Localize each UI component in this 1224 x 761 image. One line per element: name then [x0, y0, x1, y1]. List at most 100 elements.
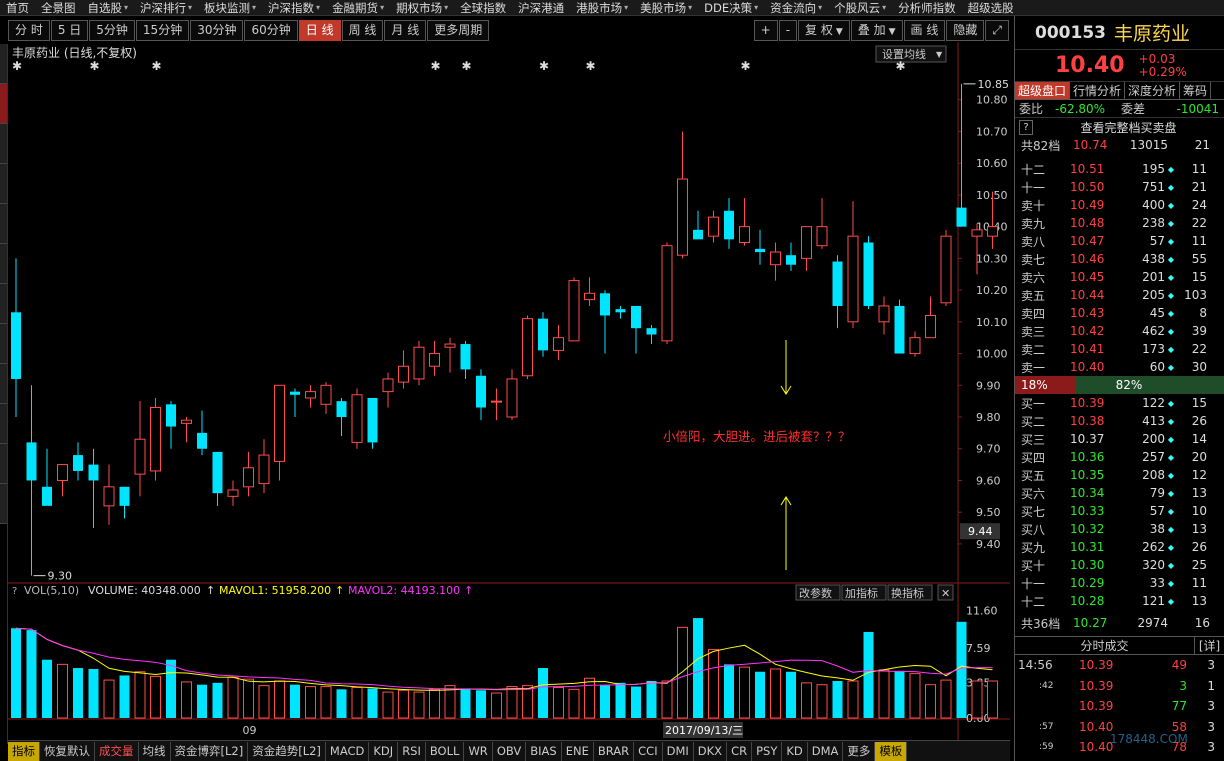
- volume-bar: [88, 668, 99, 718]
- level-volume: 238: [1142, 216, 1165, 230]
- side-tab[interactable]: [0, 44, 7, 84]
- indicator-tab[interactable]: ENE: [562, 741, 594, 761]
- indicator-tab[interactable]: OBV: [493, 741, 527, 761]
- level-orders: 21: [1191, 180, 1207, 194]
- toolbar-button[interactable]: 复 权 ▼: [798, 19, 850, 41]
- period-tab[interactable]: 分 时: [8, 19, 50, 41]
- menu-item[interactable]: 自选股 ▾: [82, 0, 135, 15]
- menu-item[interactable]: 个股风云 ▾: [828, 0, 892, 15]
- side-tab[interactable]: [0, 164, 7, 204]
- diamond-icon: ◆: [1167, 416, 1175, 426]
- indicator-tab[interactable]: BRAR: [594, 741, 635, 761]
- menu-item[interactable]: 资金流向 ▾: [764, 0, 828, 15]
- indicator-tab[interactable]: DMI: [663, 741, 694, 761]
- level-volume: 320: [1142, 558, 1165, 572]
- menu-item[interactable]: 板块监测 ▾: [198, 0, 262, 15]
- indicator-tab[interactable]: DMA: [808, 741, 844, 761]
- indicator-tab[interactable]: 模板: [875, 741, 908, 761]
- menu-item[interactable]: 港股市场 ▾: [570, 0, 634, 15]
- period-tab[interactable]: 60分钟: [244, 19, 298, 41]
- candle-body: [646, 328, 657, 335]
- indicator-tab[interactable]: CCI: [634, 741, 663, 761]
- indicator-tab[interactable]: CR: [727, 741, 753, 761]
- menu-item[interactable]: 金融期货 ▾: [326, 0, 390, 15]
- quote-tab[interactable]: 深度分析: [1125, 82, 1181, 99]
- order-book-row: 卖三 10.42 462 ◆ 39: [1015, 322, 1224, 340]
- side-tab[interactable]: [0, 484, 7, 524]
- indicator-tab[interactable]: 更多: [843, 741, 876, 761]
- volume-bar: [971, 680, 983, 719]
- help-icon[interactable]: ?: [1019, 119, 1033, 135]
- indicator-tab[interactable]: 指标: [8, 741, 40, 761]
- side-tab[interactable]: [0, 124, 7, 164]
- volume-bar: [847, 680, 859, 719]
- ticks-detail-button[interactable]: [详]: [1194, 637, 1224, 654]
- side-tab-active[interactable]: [0, 84, 7, 124]
- period-tab[interactable]: 5 日: [50, 19, 89, 41]
- indicator-tab[interactable]: MACD: [326, 741, 370, 761]
- indicator-tab[interactable]: KDJ: [369, 741, 399, 761]
- period-tab[interactable]: 日 线: [298, 19, 341, 41]
- menu-item[interactable]: 全景图: [35, 0, 82, 15]
- toolbar-button[interactable]: -: [778, 19, 798, 41]
- indicator-tab[interactable]: RSI: [398, 741, 426, 761]
- indicator-tab[interactable]: KD: [782, 741, 808, 761]
- indicator-tab[interactable]: PSY: [752, 741, 783, 761]
- indicator-tab[interactable]: 成交量: [95, 741, 139, 761]
- side-tab[interactable]: [0, 284, 7, 324]
- fullscreen-icon[interactable]: ⤢: [985, 19, 1009, 41]
- side-tab[interactable]: [0, 444, 7, 484]
- volume-bar: [863, 631, 874, 718]
- quote-tab[interactable]: 行情分析: [1070, 82, 1126, 99]
- indicator-tab[interactable]: 资金趋势[L2]: [248, 741, 326, 761]
- event-star-icon: ✱: [90, 59, 100, 73]
- level-orders: 13: [1191, 522, 1207, 536]
- menu-item[interactable]: DDE决策 ▾: [698, 0, 764, 15]
- menu-item[interactable]: 期权市场 ▾: [390, 0, 454, 15]
- menu-item[interactable]: 全球指数: [454, 0, 512, 15]
- period-tab[interactable]: 月 线: [384, 19, 427, 41]
- indicator-tab[interactable]: WR: [464, 741, 493, 761]
- side-tab[interactable]: [0, 204, 7, 244]
- period-tab[interactable]: 15分钟: [135, 19, 190, 41]
- level-label: 卖九: [1021, 216, 1046, 231]
- side-tab[interactable]: [0, 324, 7, 364]
- toolbar-button[interactable]: 隐藏: [946, 19, 985, 41]
- period-tab[interactable]: 周 线: [341, 19, 384, 41]
- indicator-tab[interactable]: 资金博弈[L2]: [171, 741, 249, 761]
- menu-item[interactable]: 分析师指数: [892, 0, 962, 15]
- volume-bar: [320, 686, 332, 719]
- toolbar-button[interactable]: +: [753, 19, 778, 41]
- indicator-tab[interactable]: BOLL: [426, 741, 465, 761]
- kline-chart-area[interactable]: 丰原药业 (日线,不复权) 设置均线 ▼ ✱ ✱ ✱ ✱ ✱ ✱ ✱ ✱ ✱ 10.80 10.70 10.…: [8, 42, 1010, 742]
- indicator-tab[interactable]: DKX: [694, 741, 728, 761]
- menu-item[interactable]: 沪深排行 ▾: [134, 0, 198, 15]
- indicator-tab[interactable]: BIAS: [526, 741, 562, 761]
- side-tab[interactable]: [0, 404, 7, 444]
- indicator-tab[interactable]: 均线: [139, 741, 171, 761]
- toolbar-button[interactable]: 叠 加 ▼: [850, 19, 903, 41]
- menu-item[interactable]: 美股市场 ▾: [634, 0, 698, 15]
- period-tab[interactable]: 5分钟: [89, 19, 135, 41]
- quote-tab[interactable]: 筹码: [1180, 82, 1212, 99]
- level-price: 10.38: [1070, 414, 1105, 428]
- kline-chart-svg[interactable]: 丰原药业 (日线,不复权) 设置均线 ▼✱ ✱ ✱ ✱ ✱ ✱ ✱ ✱ ✱10.8010.7010.…: [8, 42, 1010, 742]
- full-book-row[interactable]: ? 查看完整档买卖盘: [1015, 118, 1224, 136]
- indicator-tab[interactable]: 恢复默认: [40, 741, 95, 761]
- menu-item-label: 金融期货: [332, 0, 379, 15]
- level-price: 10.42: [1070, 324, 1105, 338]
- menu-item[interactable]: 沪深港通: [512, 0, 570, 15]
- menu-item[interactable]: 首页: [0, 0, 35, 15]
- level-price: 10.28: [1070, 594, 1105, 608]
- period-tab[interactable]: 30分钟: [190, 19, 244, 41]
- buy-sell-ratio-bar: 18% 82%: [1015, 376, 1224, 394]
- side-tab[interactable]: [0, 364, 7, 404]
- full-book-link[interactable]: 查看完整档买卖盘: [1033, 119, 1224, 136]
- menu-item[interactable]: 超级选股: [962, 0, 1020, 15]
- period-tab[interactable]: 更多周期: [427, 19, 490, 41]
- mavol2-line: [15, 627, 993, 691]
- side-tab[interactable]: [0, 244, 7, 284]
- menu-item[interactable]: 沪深指数 ▾: [262, 0, 326, 15]
- quote-tab[interactable]: 超级盘口: [1015, 82, 1071, 99]
- toolbar-button[interactable]: 画 线: [903, 19, 946, 41]
